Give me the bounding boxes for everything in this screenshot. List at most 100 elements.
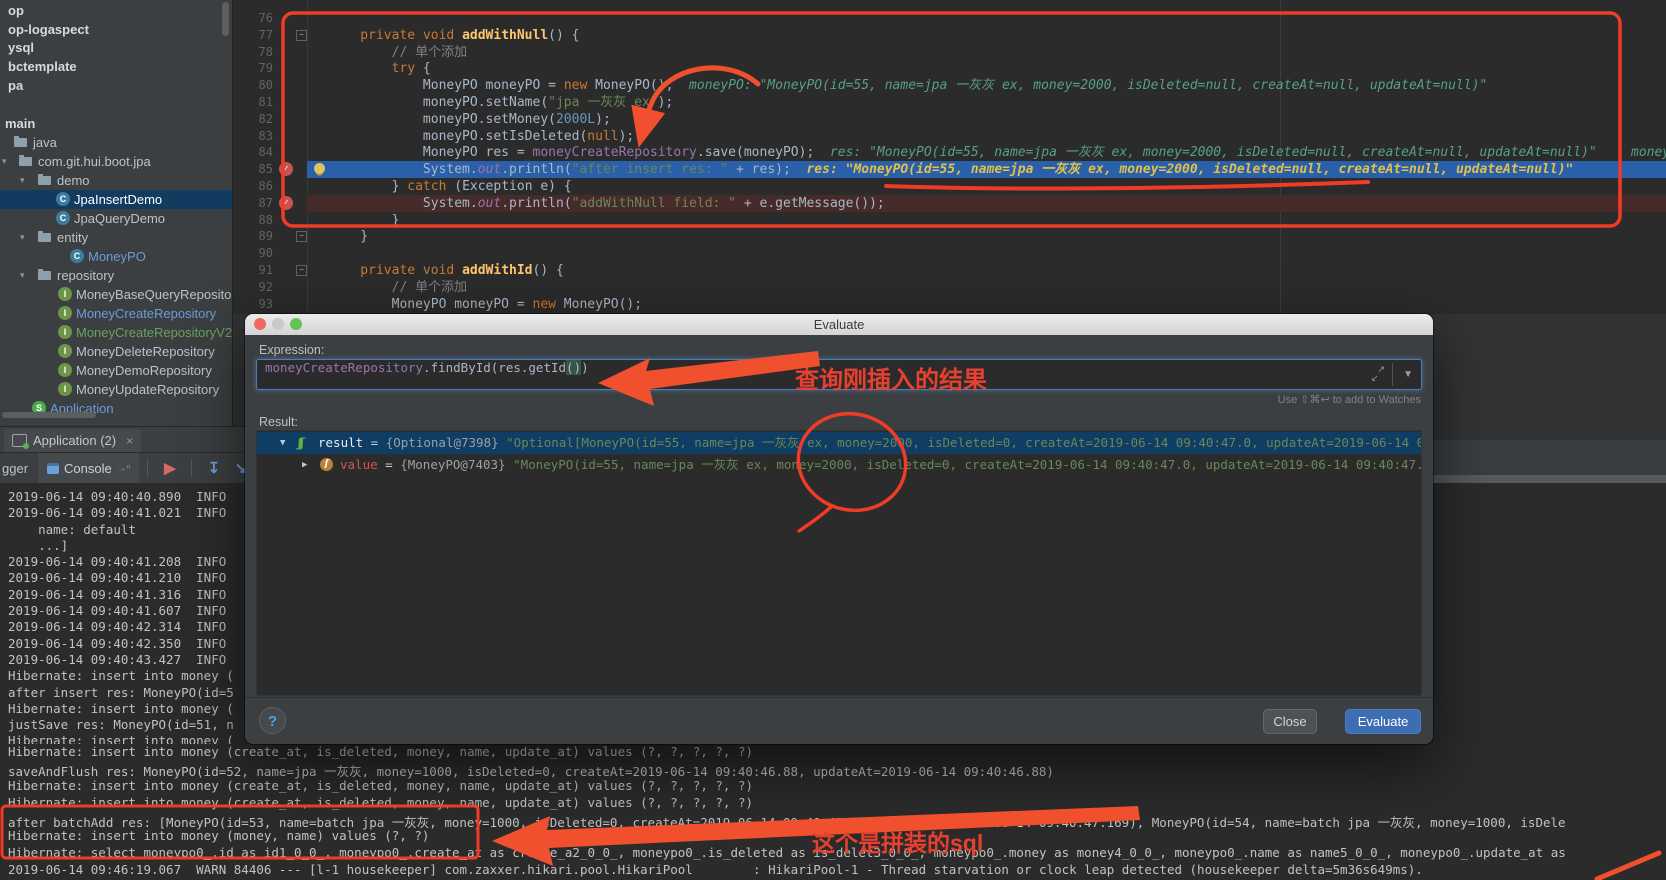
- tree-vertical-scrollbar[interactable]: [222, 2, 229, 36]
- expand-arrow-icon[interactable]: ▾: [20, 266, 25, 285]
- close-button[interactable]: Close: [1263, 709, 1317, 734]
- tree-item-moneydeleterepository[interactable]: IMoneyDeleteRepository: [0, 342, 232, 361]
- tree-horizontal-scrollbar[interactable]: [2, 412, 96, 418]
- breakpoint-icon[interactable]: ✓: [279, 162, 293, 176]
- fold-marker-icon[interactable]: −: [296, 231, 307, 242]
- tree-item-label: op: [8, 1, 24, 20]
- tree-item-moneypo[interactable]: CMoneyPO: [0, 247, 232, 266]
- tree-item-pa[interactable]: pa: [0, 76, 232, 95]
- history-dropdown-icon[interactable]: ▼: [1403, 360, 1413, 389]
- tree-item-label: com.git.hui.boot.jpa: [38, 152, 151, 171]
- tree-item-moneydemorepository[interactable]: IMoneyDemoRepository: [0, 361, 232, 380]
- tree-item-jpaquerydemo[interactable]: CJpaQueryDemo: [0, 209, 232, 228]
- console-line: name: default: [0, 522, 245, 538]
- tab-overflow-indicator: →ⁿ: [117, 463, 131, 474]
- zoom-window-button[interactable]: [290, 318, 302, 330]
- tree-item-repository[interactable]: ▾ repository: [0, 266, 232, 285]
- line-number[interactable]: 82: [233, 111, 273, 128]
- code-line-79: 79 try {: [233, 60, 1666, 77]
- line-number[interactable]: 86: [233, 178, 273, 195]
- tree-item-main[interactable]: main: [0, 114, 232, 133]
- tab-debugger[interactable]: gger: [0, 461, 38, 476]
- fold-marker-icon[interactable]: −: [296, 30, 307, 41]
- dialog-titlebar[interactable]: Evaluate: [245, 314, 1433, 335]
- console-output[interactable]: 2019-06-14 09:40:40.890 INFO2019-06-14 0…: [0, 484, 245, 744]
- tree-item-label: repository: [57, 266, 114, 285]
- expression-input[interactable]: moneyCreateRepository.findById(res.getId…: [256, 359, 1422, 390]
- show-execution-point-icon[interactable]: ▶: [156, 459, 183, 477]
- close-window-button[interactable]: [254, 318, 266, 330]
- code-line-83: 83 moneyPO.setIsDeleted(null);: [233, 128, 1666, 145]
- tree-item-moneyupdaterepository[interactable]: IMoneyUpdateRepository: [0, 380, 232, 399]
- console-line: 2019-06-14 09:40:42.350 INFO: [0, 636, 245, 652]
- result-tree[interactable]: ▼ʃʃresult = {Optional@7398} "Optional[Mo…: [256, 430, 1422, 696]
- code-line-86: 86 } catch (Exception e) {: [233, 178, 1666, 195]
- console-line: ...]: [0, 538, 245, 554]
- line-number[interactable]: 84: [233, 144, 273, 161]
- tree-item-com-git-hui-boot-jpa[interactable]: ▾ com.git.hui.boot.jpa: [0, 152, 232, 171]
- expand-arrow-icon[interactable]: ▾: [2, 152, 7, 171]
- code-text: // 单个添加: [329, 279, 467, 296]
- tree-item-op[interactable]: op: [0, 1, 232, 20]
- tree-item-moneycreaterepositoryv2[interactable]: IMoneyCreateRepositoryV2: [0, 323, 232, 342]
- expander-arrow-icon[interactable]: ▼: [280, 432, 285, 454]
- tree-item-moneybasequeryrepository[interactable]: IMoneyBaseQueryRepository: [0, 285, 232, 304]
- tree-item-java[interactable]: java: [0, 133, 232, 152]
- line-number[interactable]: 78: [233, 44, 273, 61]
- line-number[interactable]: 81: [233, 94, 273, 111]
- fold-marker-icon[interactable]: −: [296, 265, 307, 276]
- line-number[interactable]: 87: [233, 195, 273, 212]
- tab-console[interactable]: Console →ⁿ: [38, 453, 139, 483]
- line-number[interactable]: 90: [233, 245, 273, 262]
- interface-icon: I: [58, 344, 72, 358]
- close-icon[interactable]: ×: [126, 434, 133, 448]
- evaluate-button[interactable]: Evaluate: [1345, 709, 1421, 734]
- tree-item-label: MoneyCreateRepositoryV2: [76, 323, 232, 342]
- variables-panel-fragment: [1433, 314, 1666, 440]
- line-number[interactable]: 76: [233, 10, 273, 27]
- line-number[interactable]: 92: [233, 279, 273, 296]
- result-row[interactable]: ▼ʃʃresult = {Optional@7398} "Optional[Mo…: [257, 432, 1421, 454]
- line-number[interactable]: 79: [233, 60, 273, 77]
- tree-item-demo[interactable]: ▾demo: [0, 171, 232, 190]
- tree-item-ysql[interactable]: ysql: [0, 38, 232, 57]
- expander-arrow-icon[interactable]: ▶: [302, 454, 307, 476]
- panel-divider[interactable]: [232, 0, 233, 426]
- minimize-window-button[interactable]: [272, 318, 284, 330]
- result-label: Result:: [259, 415, 298, 429]
- console-line: 2019-06-14 09:40:41.210 INFO: [0, 570, 245, 586]
- console-line: 2019-06-14 09:46:19.067 WARN 84406 --- […: [0, 862, 1666, 879]
- code-text: // 单个添加: [329, 44, 467, 61]
- tree-item-moneycreaterepository[interactable]: IMoneyCreateRepository: [0, 304, 232, 323]
- line-number[interactable]: 83: [233, 128, 273, 145]
- code-text: MoneyPO moneyPO = new MoneyPO(); moneyPO…: [329, 77, 1487, 94]
- line-number[interactable]: 91: [233, 262, 273, 279]
- line-number[interactable]: 85: [233, 161, 273, 178]
- line-number[interactable]: 77: [233, 27, 273, 44]
- line-number[interactable]: 80: [233, 77, 273, 94]
- tree-item-label: bctemplate: [8, 57, 77, 76]
- expand-editor-icon[interactable]: ↗↙: [1371, 363, 1385, 385]
- help-button[interactable]: ?: [259, 707, 286, 734]
- line-number[interactable]: 93: [233, 296, 273, 313]
- interface-icon: I: [58, 363, 72, 377]
- expand-arrow-icon[interactable]: ▾: [20, 171, 25, 190]
- tree-item-op-logaspect[interactable]: op-logaspect: [0, 20, 232, 39]
- console-output-bottom[interactable]: Hibernate: insert into money (create_at,…: [0, 744, 1666, 880]
- code-text: moneyPO.setName("jpa 一灰灰 ex");: [329, 94, 673, 111]
- tree-item-bctemplate[interactable]: bctemplate: [0, 57, 232, 76]
- code-text: }: [329, 228, 368, 245]
- tab-application[interactable]: Application (2) ×: [4, 429, 141, 452]
- tree-item-jpainsertdemo[interactable]: CJpaInsertDemo: [0, 190, 232, 209]
- tree-item-entity[interactable]: ▾entity: [0, 228, 232, 247]
- tree-item-label: JpaQueryDemo: [74, 209, 165, 228]
- horizontal-scrollbar[interactable]: [1433, 475, 1666, 483]
- console-line: 2019-06-14 09:40:41.208 INFO: [0, 554, 245, 570]
- code-text: private void addWithId() {: [329, 262, 564, 279]
- expand-arrow-icon[interactable]: ▾: [20, 228, 25, 247]
- line-number[interactable]: 88: [233, 212, 273, 229]
- result-row[interactable]: ▶fvalue = {MoneyPO@7403} "MoneyPO(id=55,…: [257, 454, 1421, 476]
- breakpoint-icon[interactable]: ✓: [279, 196, 293, 210]
- scroll-to-end-icon[interactable]: ↧: [200, 459, 227, 477]
- line-number[interactable]: 89: [233, 228, 273, 245]
